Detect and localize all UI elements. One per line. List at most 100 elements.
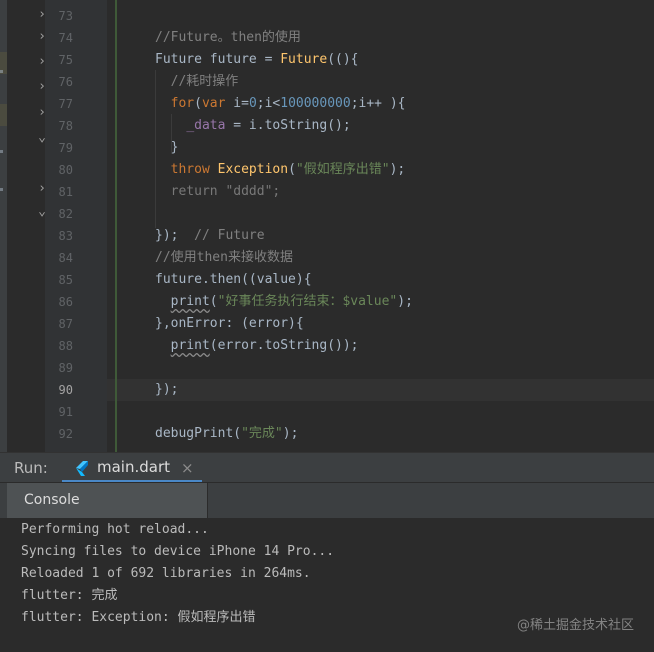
tree-row[interactable] <box>0 8 7 30</box>
code-token: "好事任务执行结束：$value" <box>217 294 398 309</box>
code-token: i= <box>225 96 249 111</box>
run-tab-title: main.dart <box>97 458 171 476</box>
line-number-gutter[interactable]: 73 74 75 76 77 78 79 80 81 82 83 84 85 86 87 88 89 90 91 92 <box>45 0 124 452</box>
line-number: 74 <box>58 31 73 45</box>
code-line[interactable]: return "dddd"; <box>155 181 281 203</box>
code-line[interactable]: for(var i=0;i<100000000;i++ ){ <box>155 93 406 115</box>
code-line[interactable]: },onError: (error){ <box>155 313 304 335</box>
code-token: future.then((value){ <box>155 272 312 287</box>
code-line[interactable]: } <box>155 137 179 159</box>
line-number: 88 <box>58 339 73 353</box>
line-number: 80 <box>58 163 73 177</box>
code-token: debugPrint( <box>155 426 242 441</box>
code-token: }); <box>155 382 179 397</box>
line-number: 89 <box>58 361 73 375</box>
code-token: ); <box>282 426 299 441</box>
tree-marker <box>0 188 3 191</box>
line-number: 79 <box>58 141 73 155</box>
code-token: 0 <box>248 96 257 111</box>
line-number: 90 <box>58 383 73 397</box>
code-token: Exception <box>217 162 289 177</box>
code-line[interactable]: //使用then来接收数据 <box>155 247 293 269</box>
tree-row-selected[interactable] <box>0 104 7 126</box>
console-tab-label: Console <box>24 492 80 508</box>
code-token: = i.toString(); <box>225 118 351 133</box>
code-token: ); <box>397 294 413 309</box>
line-number: 78 <box>58 119 73 133</box>
line-number: 91 <box>58 405 73 419</box>
code-line[interactable]: //耗时操作 <box>155 71 239 93</box>
close-icon[interactable]: × <box>181 459 194 477</box>
code-token: ( <box>288 162 296 177</box>
watermark: @稀土掘金技术社区 <box>516 618 634 633</box>
code-token: //Future。then的使用 <box>155 30 301 45</box>
code-token: throw <box>170 162 210 177</box>
code-token: var <box>201 96 226 111</box>
code-token: 100000000 <box>280 96 351 111</box>
code-token: Future future = <box>155 52 281 67</box>
console-output[interactable]: @稀土掘金技术社区 Performing hot reload... Syncin… <box>0 518 654 652</box>
code-token: (error.toString()); <box>209 338 359 353</box>
code-token: },onError: (error){ <box>155 316 304 331</box>
tab-console[interactable]: Console <box>7 483 208 519</box>
code-token: }); <box>155 228 195 243</box>
line-number: 76 <box>58 75 73 89</box>
console-line: flutter: 完成 <box>21 588 118 603</box>
dart-icon <box>76 461 88 476</box>
line-number: 82 <box>58 207 73 221</box>
line-number: 86 <box>58 295 73 309</box>
line-number: 85 <box>58 273 73 287</box>
line-number: 77 <box>58 97 73 111</box>
code-token: ((){ <box>327 52 359 67</box>
console-line: Syncing files to device iPhone 14 Pro... <box>21 544 335 559</box>
code-line[interactable]: print("好事任务执行结束：$value"); <box>155 291 413 313</box>
code-line[interactable]: //Future。then的使用 <box>155 27 301 49</box>
code-token: print <box>170 338 210 353</box>
code-editor[interactable]: //Future。then的使用 Future future = Future((… <box>107 0 654 452</box>
code-token: Future <box>280 52 328 67</box>
project-tree-strip <box>0 0 7 452</box>
code-token: ( <box>209 294 218 309</box>
scope-indent-guide <box>115 0 117 452</box>
line-number: 87 <box>58 317 73 331</box>
line-number: 83 <box>58 229 73 243</box>
code-line[interactable]: }); <box>155 379 178 401</box>
console-toolbar: Console <box>0 482 654 519</box>
console-line: Performing hot reload... <box>21 522 209 537</box>
code-token: _data <box>186 118 226 133</box>
run-tool-bar: Run: main.dart × <box>0 452 654 483</box>
line-number: 84 <box>58 251 73 265</box>
code-token: "完成" <box>241 426 283 441</box>
code-token: ;i< <box>256 96 281 111</box>
run-label: Run: <box>14 459 48 477</box>
line-number: 73 <box>58 9 73 23</box>
code-token: // Future <box>194 228 265 243</box>
code-line[interactable]: Future future = Future((){ <box>155 49 359 71</box>
line-number: 81 <box>58 185 73 199</box>
code-token: return "dddd"; <box>155 184 281 199</box>
code-token: } <box>155 140 179 155</box>
code-token: "假如程序出错" <box>295 162 390 177</box>
code-line[interactable]: future.then((value){ <box>155 269 312 291</box>
code-line[interactable]: print(error.toString()); <box>155 335 359 357</box>
console-line: Reloaded 1 of 692 libraries in 264ms. <box>21 566 311 581</box>
code-token: ( <box>194 96 202 111</box>
code-line[interactable]: }); // Future <box>155 225 265 247</box>
code-line[interactable]: throw Exception("假如程序出错"); <box>155 159 406 181</box>
console-line: flutter: Exception: 假如程序出错 <box>21 610 256 625</box>
code-token: ;i++ ){ <box>350 96 406 111</box>
code-token: ); <box>389 162 406 177</box>
run-tab-main-dart[interactable]: main.dart × <box>62 453 202 483</box>
code-line[interactable]: _data = i.toString(); <box>155 115 351 137</box>
tree-marker <box>0 150 3 153</box>
code-line[interactable]: debugPrint("完成"); <box>155 423 298 445</box>
code-token: //使用then来接收数据 <box>155 250 293 265</box>
code-token: //耗时操作 <box>155 74 239 89</box>
caret-line-highlight <box>107 379 654 401</box>
